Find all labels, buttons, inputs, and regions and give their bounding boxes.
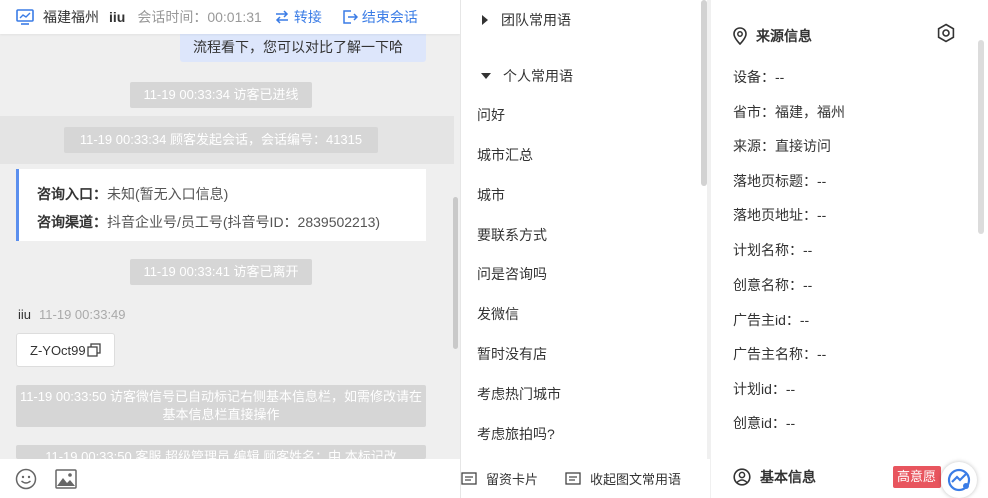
sender-time: 11-19 00:33:49 xyxy=(39,307,126,322)
collapse-phrases-label: 收起图文常用语 xyxy=(590,472,682,487)
consult-channel-label: 咨询渠道： xyxy=(37,214,107,230)
info-row-plan-id: 计划id：-- xyxy=(733,381,796,397)
phrase-item[interactable]: 要联系方式 xyxy=(477,225,547,245)
basic-info-label: 基本信息 xyxy=(760,469,816,485)
source-info-label: 来源信息 xyxy=(756,28,812,44)
consult-entry-label: 咨询入口： xyxy=(37,186,107,202)
source-info-title: 来源信息 xyxy=(733,26,812,46)
phrase-item[interactable]: 问好 xyxy=(477,105,505,125)
phrase-item[interactable]: 考虑旅拍吗? xyxy=(477,424,555,444)
consult-info-card: 咨询入口：未知(暂无入口信息) 咨询渠道：抖音企业号/员工号(抖音号ID：283… xyxy=(16,169,426,241)
info-row-creative-name: 创意名称：-- xyxy=(733,277,813,293)
phrase-item[interactable]: 考虑热门城市 xyxy=(477,384,561,404)
phrase-item[interactable]: 问是咨询吗 xyxy=(477,264,547,284)
team-phrases-group[interactable]: 团队常用语 xyxy=(481,10,571,30)
transfer-icon xyxy=(275,10,288,24)
phrases-panel: 团队常用语 个人常用语 问好 城市汇总 城市 要联系方式 问是咨询吗 发微信 暂… xyxy=(460,0,710,498)
phrases-toolbar: 留资卡片 收起图文常用语 xyxy=(460,459,710,498)
copy-icon[interactable] xyxy=(86,343,101,357)
intent-tag[interactable]: 高意愿 xyxy=(893,466,941,488)
smile-icon[interactable] xyxy=(15,468,37,490)
assistant-float-button[interactable] xyxy=(941,462,977,498)
visitor-info-panel: 来源信息 设备：-- 省市：福建，福州 来源：直接访问 落地页标题：-- 落地页… xyxy=(711,0,988,498)
caret-right-icon xyxy=(482,15,488,25)
info-row-province-city: 省市：福建，福州 xyxy=(733,104,845,120)
lead-card-label: 留资卡片 xyxy=(486,472,539,487)
session-time-label: 会话时间： xyxy=(137,9,208,25)
info-scrollbar[interactable] xyxy=(978,40,984,234)
visitor-name: iiu xyxy=(109,9,126,25)
chat-panel: 福建福州 iiu 会话时间： 00:01:31 转接 结束会话 流程看下，您可以… xyxy=(0,0,460,498)
info-row-landing-title: 落地页标题：-- xyxy=(733,173,827,189)
exit-icon xyxy=(343,10,358,24)
consult-entry-row: 咨询入口：未知(暂无入口信息) xyxy=(37,180,426,208)
chat-toolbar xyxy=(0,459,460,498)
collapse-phrases-button[interactable]: 收起图文常用语 xyxy=(565,469,681,488)
info-row-device: 设备：-- xyxy=(733,69,785,85)
agent-message-bubble: 流程看下，您可以对比了解一下哈 xyxy=(180,30,426,62)
basic-info-title: 基本信息 xyxy=(733,467,816,487)
info-row-creative-id: 创意id：-- xyxy=(733,415,796,431)
info-row-advertiser-id: 广告主id：-- xyxy=(733,312,810,328)
personal-phrases-label: 个人常用语 xyxy=(503,68,573,84)
phrase-item[interactable]: 城市汇总 xyxy=(477,145,533,165)
location-pin-icon xyxy=(733,27,747,45)
lead-card-button[interactable]: 留资卡片 xyxy=(461,469,538,488)
chat-header: 福建福州 iiu 会话时间： 00:01:31 转接 结束会话 xyxy=(0,0,460,34)
wechat-id-message[interactable]: Z-YOct99 xyxy=(16,333,115,367)
info-row-landing-url: 落地页地址：-- xyxy=(733,207,827,223)
phrase-item[interactable]: 城市 xyxy=(477,185,505,205)
end-session-label: 结束会话 xyxy=(361,9,418,25)
monitor-icon xyxy=(16,9,34,25)
system-message-wechat-marked: 11-19 00:33:50 访客微信号已自动标记右侧基本信息栏，如需修改请在基… xyxy=(16,385,426,427)
system-message-left: 11-19 00:33:41 访客已离开 xyxy=(130,259,312,285)
session-time-value: 00:01:31 xyxy=(207,9,262,25)
info-row-source: 来源：直接访问 xyxy=(733,138,831,154)
end-session-button[interactable]: 结束会话 xyxy=(342,7,418,27)
consult-channel-value: 抖音企业号/员工号(抖音号ID：2839502213) xyxy=(107,214,381,230)
message-meta: iiu 11-19 00:33:49 xyxy=(18,307,126,322)
gear-icon[interactable] xyxy=(936,23,956,46)
chat-scrollbar[interactable] xyxy=(453,197,458,349)
info-row-plan-name: 计划名称：-- xyxy=(733,242,813,258)
system-message-partial: 11-19 00:33:50 客服 超级管理员 编辑 顾客姓名：中 本标记改 xyxy=(16,445,426,459)
info-row-advertiser-name: 广告主名称：-- xyxy=(733,346,827,362)
transfer-label: 转接 xyxy=(293,9,322,25)
consult-channel-row: 咨询渠道：抖音企业号/员工号(抖音号ID：2839502213) xyxy=(37,208,426,236)
transfer-button[interactable]: 转接 xyxy=(274,7,322,27)
image-icon[interactable] xyxy=(55,468,77,489)
user-circle-icon xyxy=(733,468,751,486)
visitor-location: 福建福州 xyxy=(43,9,99,25)
caret-down-icon xyxy=(481,73,491,79)
card-icon xyxy=(461,471,477,485)
consult-entry-value: 未知(暂无入口信息) xyxy=(107,186,229,202)
system-message-entered: 11-19 00:33:34 访客已进线 xyxy=(130,82,312,108)
sender-name: iiu xyxy=(18,307,32,322)
personal-phrases-group[interactable]: 个人常用语 xyxy=(481,66,573,86)
assistant-icon xyxy=(947,468,971,492)
phrase-item[interactable]: 暂时没有店 xyxy=(477,344,547,364)
team-phrases-label: 团队常用语 xyxy=(501,12,571,28)
phrase-item[interactable]: 发微信 xyxy=(477,304,519,324)
system-message-session-started: 11-19 00:33:34 顾客发起会话，会话编号：41315 xyxy=(64,127,378,153)
collapse-icon xyxy=(565,471,581,485)
wechat-id-text: Z-YOct99 xyxy=(30,342,86,358)
